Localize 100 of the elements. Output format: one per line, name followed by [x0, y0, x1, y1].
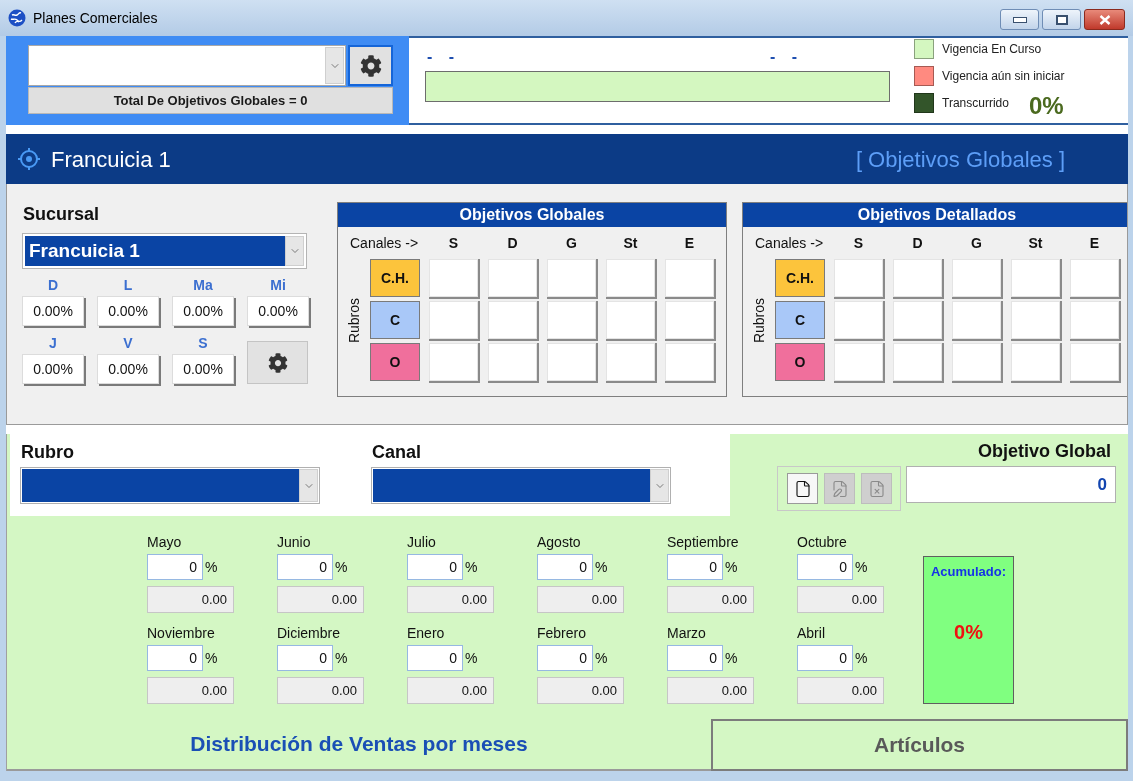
document-icon	[793, 479, 812, 498]
section-title: [ Objetivos Globales ]	[855, 145, 1065, 174]
new-document-button[interactable]	[787, 473, 818, 504]
objective-cell[interactable]	[429, 259, 478, 297]
objective-cell[interactable]	[1011, 301, 1060, 339]
month-percent-field[interactable]: 0	[537, 645, 593, 671]
objective-global-label: Objetivo Global	[978, 440, 1111, 462]
percent-sign: %	[725, 648, 738, 668]
objective-cell[interactable]	[952, 343, 1001, 381]
objective-cell[interactable]	[547, 301, 596, 339]
category-tag[interactable]: C	[775, 301, 825, 339]
panel-title: Objetivos Globales	[338, 203, 726, 227]
month-label: Febrero	[537, 624, 587, 642]
objective-cell[interactable]	[429, 343, 478, 381]
month-percent-field[interactable]: 0	[147, 554, 203, 580]
settings-button[interactable]	[348, 45, 393, 86]
objective-cell[interactable]	[1070, 301, 1119, 339]
objective-cell[interactable]	[606, 259, 655, 297]
category-tag[interactable]: C	[370, 301, 420, 339]
category-tag[interactable]: O	[370, 343, 420, 381]
day-percent-field[interactable]: 0.00%	[247, 296, 309, 326]
objective-cell[interactable]	[665, 343, 714, 381]
month-percent-field[interactable]: 0	[797, 554, 853, 580]
category-tag[interactable]: C.H.	[370, 259, 420, 297]
month-amount-field: 0.00	[797, 677, 884, 704]
objective-cell[interactable]	[1070, 259, 1119, 297]
objective-cell[interactable]	[547, 259, 596, 297]
day-label: S	[198, 335, 208, 352]
day-label: Ma	[193, 277, 213, 294]
objective-cell[interactable]	[665, 301, 714, 339]
close-button[interactable]	[1084, 9, 1125, 30]
channel-header: E	[1088, 234, 1101, 252]
percent-sign: %	[205, 557, 218, 577]
dropdown-button[interactable]	[285, 236, 304, 266]
percent-sign: %	[335, 648, 348, 668]
objective-cell[interactable]	[1070, 343, 1119, 381]
objective-cell[interactable]	[547, 343, 596, 381]
day-percent-field[interactable]: 0.00%	[22, 354, 84, 384]
day-label: V	[123, 335, 133, 352]
day-percent-field[interactable]: 0.00%	[97, 296, 159, 326]
day-percent-field[interactable]: 0.00%	[97, 354, 159, 384]
dropdown-button[interactable]	[325, 47, 344, 84]
month-percent-field[interactable]: 0	[667, 645, 723, 671]
branch-select[interactable]: Francuicia 1	[22, 233, 307, 269]
category-select[interactable]	[20, 467, 320, 504]
month-percent-field[interactable]: 0	[407, 645, 463, 671]
objective-cell[interactable]	[834, 301, 883, 339]
maximize-button[interactable]	[1042, 9, 1081, 30]
objective-cell[interactable]	[488, 301, 537, 339]
day-percent-field[interactable]: 0.00%	[22, 296, 84, 326]
objective-global-field[interactable]: 0	[906, 466, 1116, 503]
objective-cell[interactable]	[1011, 259, 1060, 297]
month-amount-field: 0.00	[407, 677, 494, 704]
legend-label: Vigencia aún sin iniciar	[942, 68, 1065, 84]
month-percent-field[interactable]: 0	[147, 645, 203, 671]
period-start-text: - -	[427, 47, 455, 67]
minimize-button[interactable]	[1000, 9, 1039, 30]
objective-cell[interactable]	[893, 301, 942, 339]
target-icon	[17, 147, 41, 171]
elapsed-percent: 0%	[1028, 93, 1064, 119]
dropdown-button[interactable]	[650, 469, 669, 502]
objective-cell[interactable]	[606, 343, 655, 381]
maximize-icon	[1055, 14, 1068, 25]
objective-cell[interactable]	[893, 343, 942, 381]
objective-cell[interactable]	[952, 259, 1001, 297]
objective-cell[interactable]	[834, 343, 883, 381]
objective-cell[interactable]	[606, 301, 655, 339]
month-percent-field[interactable]: 0	[277, 645, 333, 671]
dropdown-button[interactable]	[299, 469, 318, 502]
objective-cell[interactable]	[488, 259, 537, 297]
document-pen-icon	[830, 479, 849, 498]
objective-cell[interactable]	[665, 259, 714, 297]
month-percent-field[interactable]: 0	[667, 554, 723, 580]
objective-cell[interactable]	[488, 343, 537, 381]
month-percent-field[interactable]: 0	[797, 645, 853, 671]
objective-cell[interactable]	[429, 301, 478, 339]
month-percent-field[interactable]: 0	[407, 554, 463, 580]
month-percent-field[interactable]: 0	[537, 554, 593, 580]
tab[interactable]: Artículos	[711, 719, 1128, 771]
month-percent-field[interactable]: 0	[277, 554, 333, 580]
percent-sign: %	[595, 557, 608, 577]
channel-header: S	[852, 234, 865, 252]
category-tag[interactable]: C.H.	[775, 259, 825, 297]
channel-select[interactable]	[371, 467, 671, 504]
day-percent-field[interactable]: 0.00%	[172, 296, 234, 326]
objective-cell[interactable]	[893, 259, 942, 297]
month-amount-field: 0.00	[147, 586, 234, 613]
month-amount-field: 0.00	[667, 677, 754, 704]
objective-cell[interactable]	[834, 259, 883, 297]
branch-title: Francuicia 1	[51, 145, 171, 174]
period-end-text: - -	[769, 47, 797, 67]
settings-button[interactable]	[247, 341, 308, 384]
category-tag[interactable]: O	[775, 343, 825, 381]
panel-title: Objetivos Detallados	[743, 203, 1127, 227]
objective-cell[interactable]	[1011, 343, 1060, 381]
category-label: Rubro	[21, 441, 74, 463]
percent-sign: %	[465, 648, 478, 668]
objective-cell[interactable]	[952, 301, 1001, 339]
month-label: Septiembre	[667, 533, 739, 551]
day-percent-field[interactable]: 0.00%	[172, 354, 234, 384]
